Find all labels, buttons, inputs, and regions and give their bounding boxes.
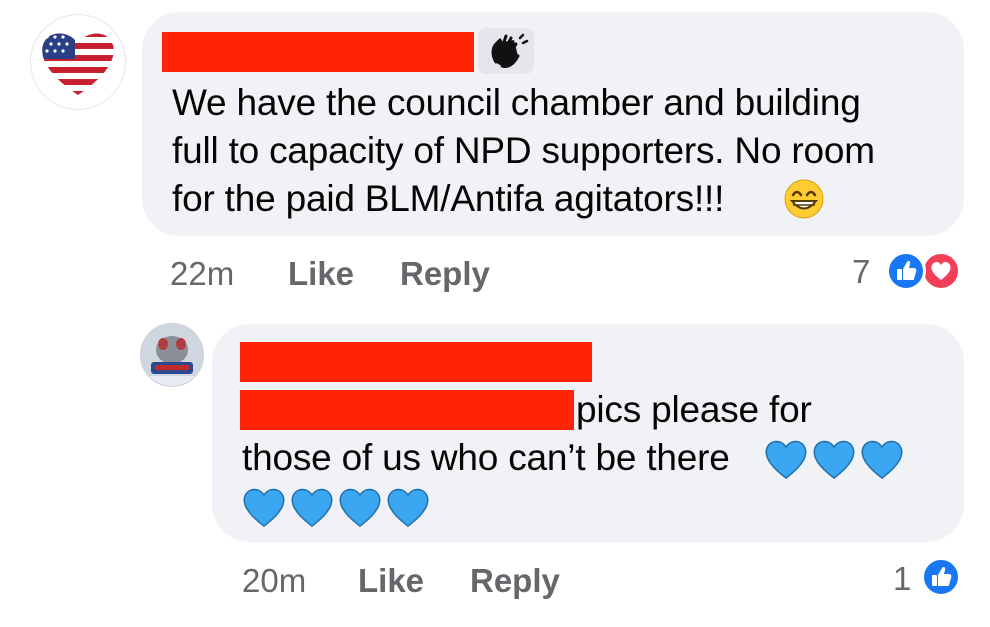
flag-heart-icon [42,33,114,95]
redacted-name [240,342,592,382]
like-icon[interactable] [921,557,961,597]
grinning-emoji [783,178,825,220]
like-icon[interactable] [886,251,926,291]
like-link[interactable]: Like [358,562,424,600]
blue-heart-emoji-group [762,434,910,482]
waving-hand-icon [491,33,529,68]
redacted-name [162,32,474,72]
reply-link[interactable]: Reply [400,255,490,293]
comment-text-line: pics please for [576,389,812,430]
commenter-avatar[interactable] [30,14,126,110]
comment-text-line: those of us who can’t be there [242,437,730,478]
comment-timestamp[interactable]: 22m [170,255,234,293]
reaction-count[interactable]: 7 [852,253,870,291]
comment-timestamp[interactable]: 20m [242,562,306,600]
reply-link[interactable]: Reply [470,562,560,600]
love-icon[interactable] [921,251,961,291]
wave-badge [478,28,534,74]
reaction-count[interactable]: 1 [893,560,911,598]
commenter-avatar[interactable] [140,323,204,387]
mascot-avatar-icon [141,324,203,386]
comment-text-line: for the paid BLM/Antifa agitators!!! [172,178,725,219]
like-link[interactable]: Like [288,255,354,293]
comment-text-line: We have the council chamber and building [172,82,861,123]
blue-heart-emoji-group [240,482,436,530]
comment-text-line: full to capacity of NPD supporters. No r… [172,130,875,171]
redacted-text [240,390,574,430]
